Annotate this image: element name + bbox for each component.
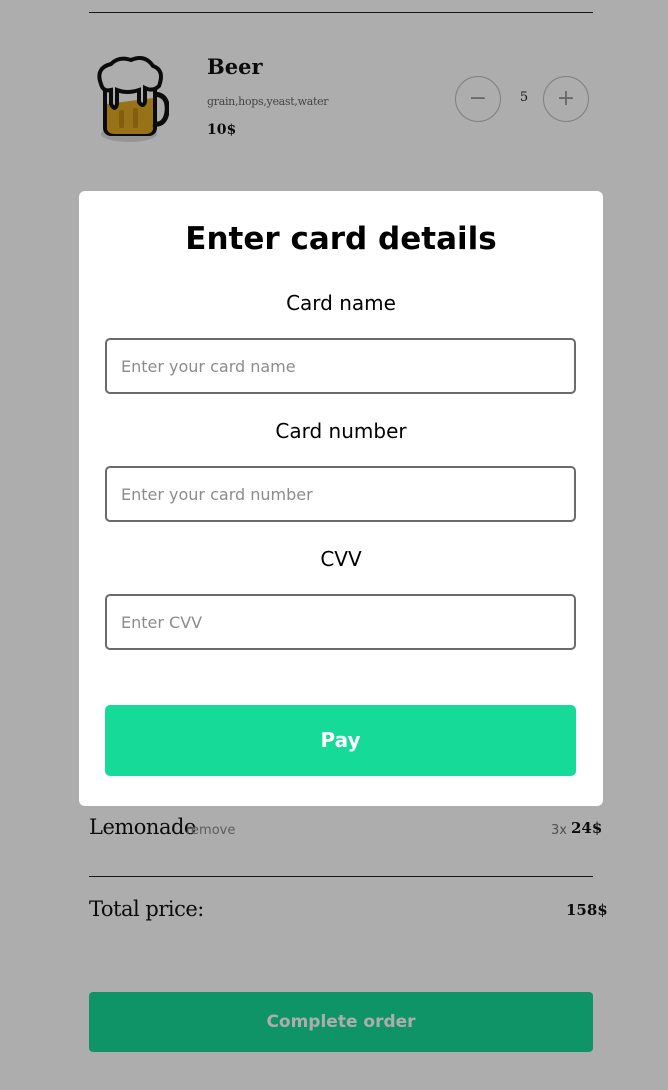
card-number-input[interactable]	[105, 466, 576, 522]
pay-button[interactable]: Pay	[105, 705, 576, 776]
card-name-label: Card name	[286, 291, 396, 315]
modal-title: Enter card details	[185, 221, 497, 257]
card-name-input[interactable]	[105, 338, 576, 394]
cvv-input[interactable]	[105, 594, 576, 650]
card-number-label: Card number	[275, 419, 407, 443]
card-details-modal: Enter card details Card name Card number…	[79, 191, 603, 806]
cvv-label: CVV	[320, 547, 362, 571]
